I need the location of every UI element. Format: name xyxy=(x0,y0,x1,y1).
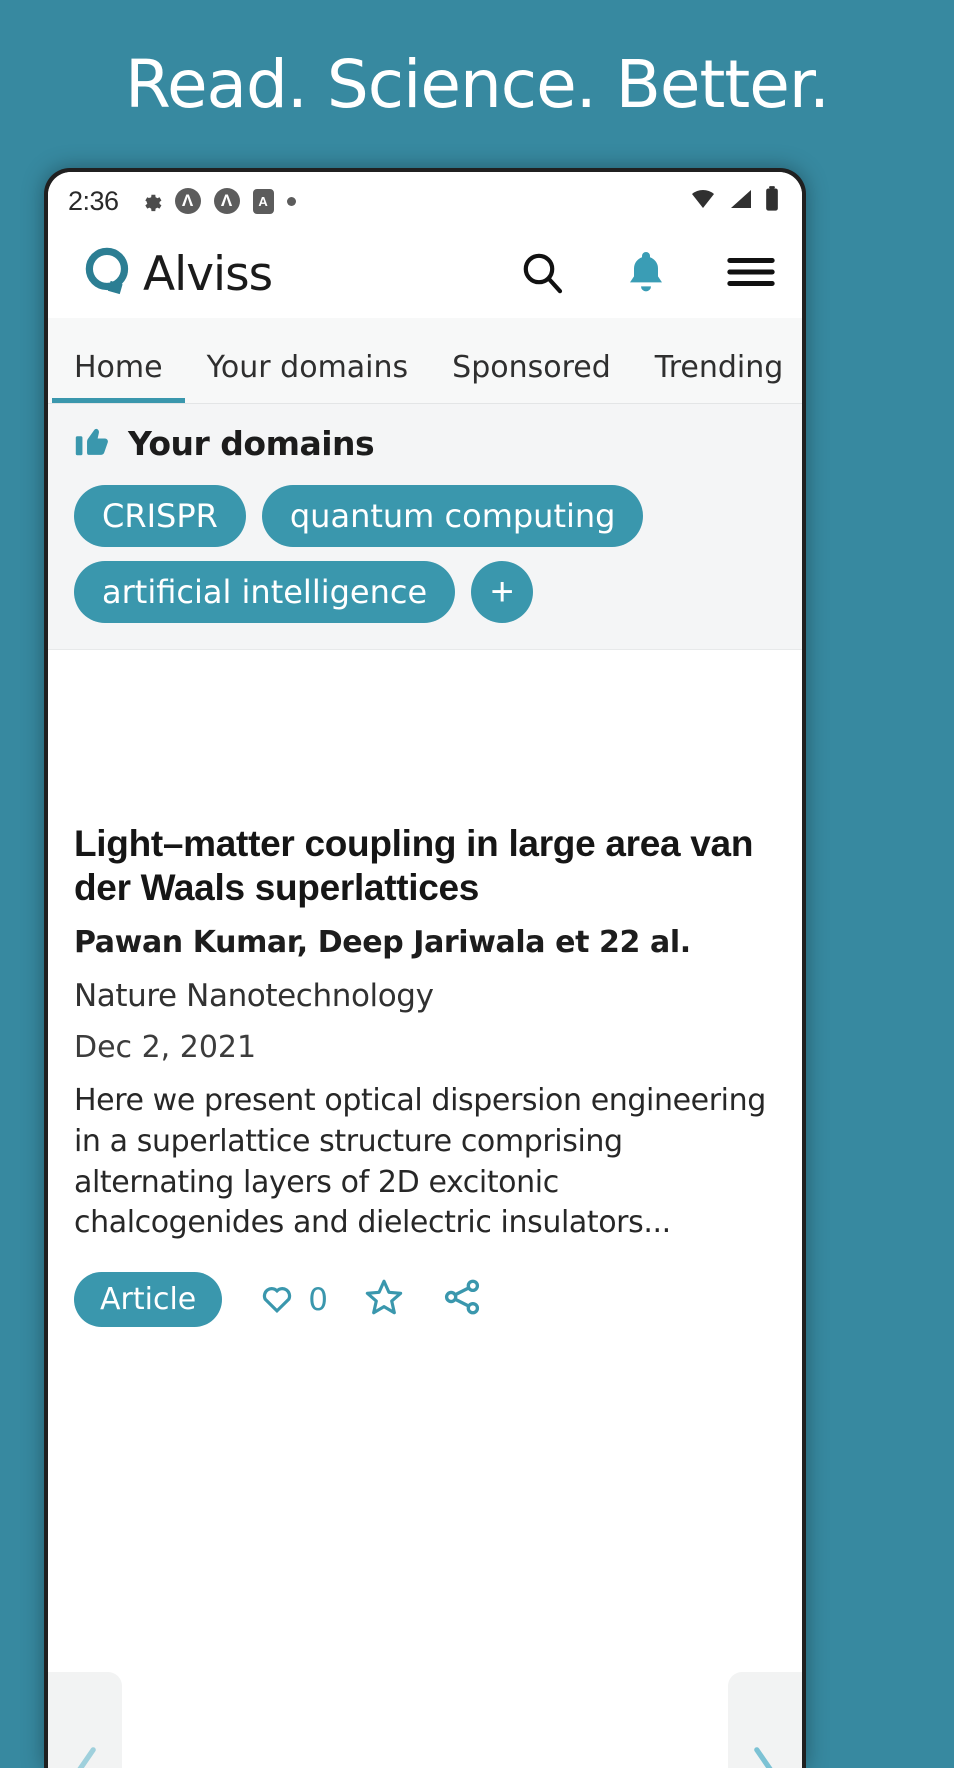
article-feed: Light–matter coupling in large area van … xyxy=(48,650,802,1768)
search-icon[interactable] xyxy=(518,248,566,301)
domain-chip[interactable]: CRISPR xyxy=(74,485,246,547)
carousel-previous-button[interactable] xyxy=(48,1672,122,1768)
assistant-icon: A xyxy=(253,189,274,214)
article-date: Dec 2, 2021 xyxy=(74,1030,776,1065)
article-actions: Article 0 xyxy=(74,1272,776,1327)
battery-icon xyxy=(764,185,780,218)
wifi-icon xyxy=(688,187,718,216)
your-domains-section: Your domains CRISPR quantum computing ar… xyxy=(48,404,802,650)
alviss-q-logo-icon xyxy=(78,241,140,308)
your-domains-header: Your domains xyxy=(48,422,802,471)
status-bar-right-icons xyxy=(688,185,780,218)
share-icon[interactable] xyxy=(440,1276,484,1323)
article-title: Light–matter coupling in large area van … xyxy=(74,822,776,910)
like-count: 0 xyxy=(308,1282,328,1318)
app-bar-actions xyxy=(518,248,776,301)
article-type-badge[interactable]: Article xyxy=(74,1272,222,1327)
article-authors: Pawan Kumar, Deep Jariwala et 22 al. xyxy=(74,925,776,960)
phone-screen: 2:36 Λ Λ A xyxy=(48,172,802,1768)
app-bar: Alviss xyxy=(48,230,802,318)
gear-icon xyxy=(139,190,162,213)
heart-outline-icon xyxy=(256,1277,298,1322)
dot-icon xyxy=(287,197,296,206)
tab-bar: Home Your domains Sponsored Trending xyxy=(48,318,802,404)
phone-frame: 2:36 Λ Λ A xyxy=(44,168,806,1768)
article-abstract: Here we present optical dispersion engin… xyxy=(74,1081,776,1244)
domain-chip[interactable]: artificial intelligence xyxy=(74,561,455,623)
carousel-next-button[interactable] xyxy=(728,1672,802,1768)
add-domain-button[interactable]: + xyxy=(471,561,533,623)
like-action[interactable]: 0 xyxy=(256,1277,328,1322)
promo-headline: Read. Science. Better. xyxy=(0,46,954,123)
app-badge-icon: Λ xyxy=(214,188,240,214)
status-bar-left-icons: Λ Λ A xyxy=(139,188,296,214)
brand-name: Alviss xyxy=(143,247,272,302)
tab-trending[interactable]: Trending xyxy=(633,350,802,403)
tab-sponsored[interactable]: Sponsored xyxy=(430,350,633,403)
status-bar: 2:36 Λ Λ A xyxy=(48,172,802,230)
thumbs-up-icon xyxy=(74,422,114,465)
menu-hamburger-icon[interactable] xyxy=(726,252,776,297)
brand[interactable]: Alviss xyxy=(78,241,272,308)
tab-home[interactable]: Home xyxy=(52,350,185,403)
tab-your-domains[interactable]: Your domains xyxy=(185,350,431,403)
signal-icon xyxy=(727,187,755,216)
status-bar-time: 2:36 xyxy=(68,186,119,217)
your-domains-title: Your domains xyxy=(128,424,374,463)
star-outline-icon[interactable] xyxy=(362,1276,406,1323)
article-card[interactable]: Light–matter coupling in large area van … xyxy=(48,650,802,1327)
article-journal: Nature Nanotechnology xyxy=(74,978,776,1014)
app-badge-icon: Λ xyxy=(175,188,201,214)
domain-chip-list: CRISPR quantum computing artificial inte… xyxy=(48,471,802,623)
notifications-bell-icon[interactable] xyxy=(622,248,670,301)
domain-chip[interactable]: quantum computing xyxy=(262,485,644,547)
